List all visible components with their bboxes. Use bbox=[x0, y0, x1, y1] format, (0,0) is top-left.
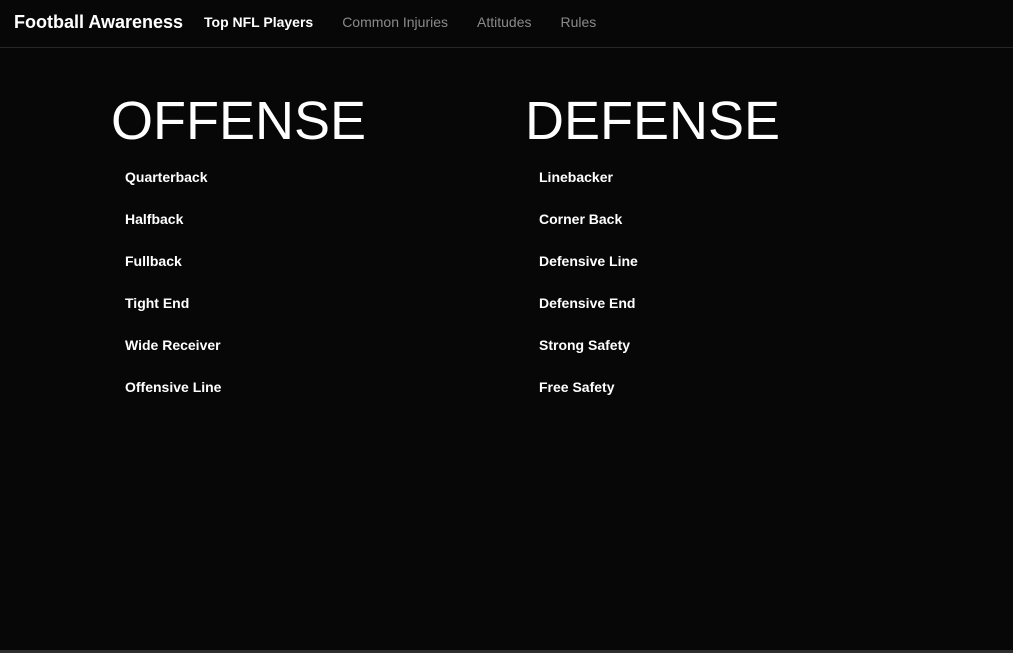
position-link-linebacker[interactable]: Linebacker bbox=[539, 168, 825, 210]
nav-link-top-nfl-players[interactable]: Top NFL Players bbox=[204, 14, 313, 30]
nav-link-rules[interactable]: Rules bbox=[561, 14, 597, 30]
position-link-corner-back[interactable]: Corner Back bbox=[539, 210, 825, 252]
position-link-strong-safety[interactable]: Strong Safety bbox=[539, 336, 825, 378]
nav-link-common-injuries[interactable]: Common Injuries bbox=[342, 14, 448, 30]
position-link-wide-receiver[interactable]: Wide Receiver bbox=[125, 336, 411, 378]
position-link-offensive-line[interactable]: Offensive Line bbox=[125, 378, 411, 420]
position-link-free-safety[interactable]: Free Safety bbox=[539, 378, 825, 420]
defense-heading: DEFENSE bbox=[525, 91, 781, 151]
position-link-defensive-line[interactable]: Defensive Line bbox=[539, 252, 825, 294]
position-link-halfback[interactable]: Halfback bbox=[125, 210, 411, 252]
defense-column: DEFENSE Linebacker Corner Back Defensive… bbox=[525, 90, 825, 420]
position-link-tight-end[interactable]: Tight End bbox=[125, 294, 411, 336]
offense-column: OFFENSE Quarterback Halfback Fullback Ti… bbox=[111, 90, 411, 420]
position-link-defensive-end[interactable]: Defensive End bbox=[539, 294, 825, 336]
defense-position-list: Linebacker Corner Back Defensive Line De… bbox=[539, 168, 825, 420]
nav-links: Top NFL Players Common Injuries Attitude… bbox=[204, 14, 625, 30]
offense-position-list: Quarterback Halfback Fullback Tight End … bbox=[125, 168, 411, 420]
position-link-quarterback[interactable]: Quarterback bbox=[125, 168, 411, 210]
position-link-fullback[interactable]: Fullback bbox=[125, 252, 411, 294]
top-navbar: Football Awareness Top NFL Players Commo… bbox=[0, 0, 1013, 48]
offense-heading: OFFENSE bbox=[111, 91, 367, 151]
nav-link-attitudes[interactable]: Attitudes bbox=[477, 14, 531, 30]
brand-link[interactable]: Football Awareness bbox=[14, 12, 183, 33]
